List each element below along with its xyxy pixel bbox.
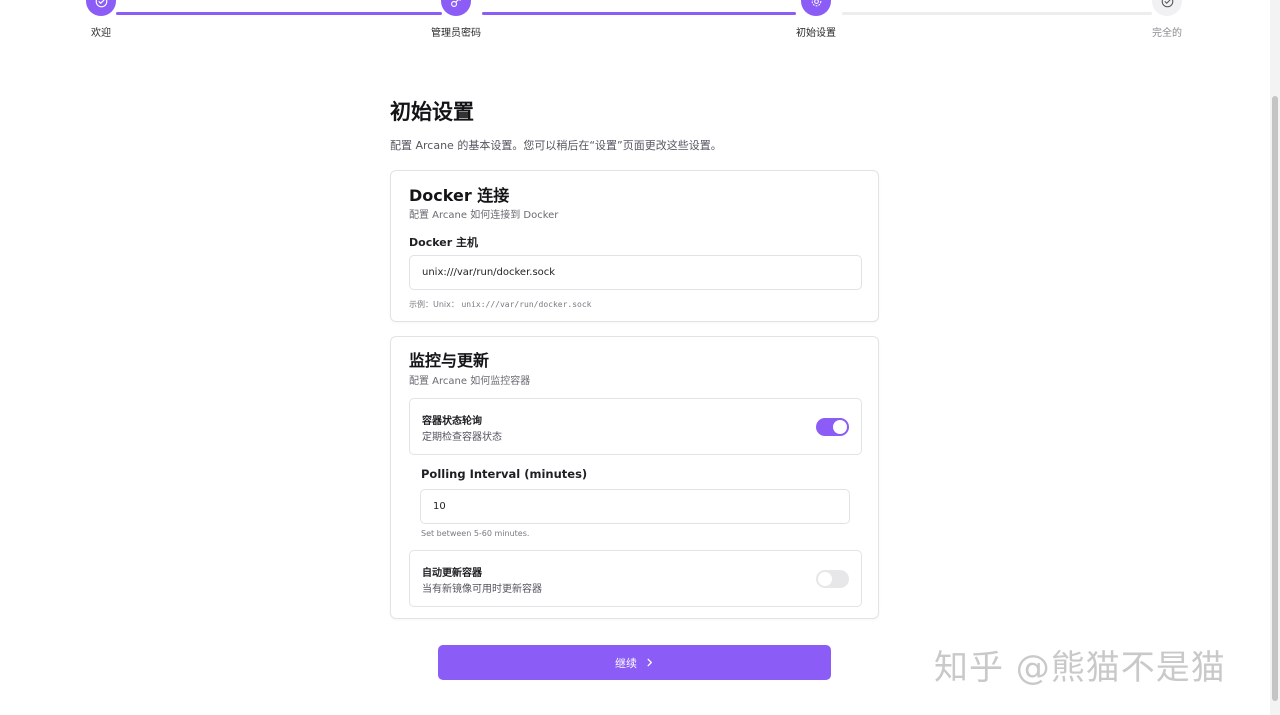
page-scrollbar[interactable] — [1270, 0, 1280, 715]
page-subtitle: 配置 Arcane 的基本设置。您可以稍后在“设置”页面更改这些设置。 — [390, 139, 722, 152]
stepper-line-1 — [116, 12, 442, 15]
docker-connection-card: Docker 连接 配置 Arcane 如何连接到 Docker Docker … — [390, 170, 879, 322]
auto-update-toggle-row: 自动更新容器 当有新镜像可用时更新容器 — [409, 550, 862, 607]
switch-knob — [818, 572, 832, 586]
docker-host-label: Docker 主机 — [409, 236, 478, 249]
check-circle-icon — [1152, 0, 1182, 16]
docker-host-value: unix:///var/run/docker.sock — [422, 267, 556, 278]
check-circle-icon — [86, 0, 116, 16]
auto-update-description: 当有新镜像可用时更新容器 — [422, 584, 542, 595]
polling-title: 容器状态轮询 — [422, 416, 482, 427]
polling-interval-hint: Set between 5-60 minutes. — [421, 529, 530, 538]
card-title: Docker 连接 — [409, 186, 510, 205]
step-label: 初始设置 — [796, 28, 836, 39]
step-welcome[interactable]: 欢迎 — [61, 0, 141, 39]
hint-example: unix:///var/run/docker.sock — [461, 300, 592, 309]
gear-icon — [801, 0, 831, 16]
key-icon — [441, 0, 471, 16]
page-title: 初始设置 — [390, 100, 474, 124]
docker-host-input[interactable]: unix:///var/run/docker.sock — [409, 255, 862, 290]
monitoring-card: 监控与更新 配置 Arcane 如何监控容器 容器状态轮询 定期检查容器状态 P… — [390, 336, 879, 619]
chevron-right-icon — [647, 658, 652, 667]
docker-host-hint: 示例：Unix： unix:///var/run/docker.sock — [409, 299, 591, 310]
continue-label: 继续 — [615, 657, 637, 670]
hint-prefix: 示例：Unix： — [409, 300, 459, 309]
step-label: 管理员密码 — [431, 28, 481, 39]
step-admin-password[interactable]: 管理员密码 — [416, 0, 496, 39]
polling-description: 定期检查容器状态 — [422, 432, 502, 443]
watermark: 知乎 @熊猫不是猫 — [934, 648, 1226, 688]
polling-interval-value: 10 — [433, 501, 446, 512]
stepper-line-2 — [482, 12, 796, 15]
continue-button[interactable]: 继续 — [438, 645, 831, 680]
step-label: 完全的 — [1152, 28, 1182, 39]
step-complete[interactable]: 完全的 — [1127, 0, 1207, 39]
polling-toggle-row: 容器状态轮询 定期检查容器状态 — [409, 398, 862, 455]
step-label: 欢迎 — [91, 28, 111, 39]
polling-interval-input[interactable]: 10 — [420, 489, 850, 524]
card-title: 监控与更新 — [409, 351, 490, 370]
card-description: 配置 Arcane 如何监控容器 — [409, 376, 531, 387]
card-description: 配置 Arcane 如何连接到 Docker — [409, 210, 559, 221]
polling-interval-label: Polling Interval (minutes) — [421, 467, 588, 481]
polling-switch[interactable] — [816, 418, 849, 436]
auto-update-title: 自动更新容器 — [422, 568, 482, 579]
setup-page: 欢迎 管理员密码 初始设置 完全的 初始设置 配置 Arcane 的基本设置。您… — [0, 0, 1280, 715]
auto-update-switch[interactable] — [816, 570, 849, 588]
stepper-line-3 — [842, 12, 1152, 15]
step-initial-settings[interactable]: 初始设置 — [776, 0, 856, 39]
scrollbar-thumb[interactable] — [1272, 96, 1278, 701]
switch-knob — [833, 420, 847, 434]
